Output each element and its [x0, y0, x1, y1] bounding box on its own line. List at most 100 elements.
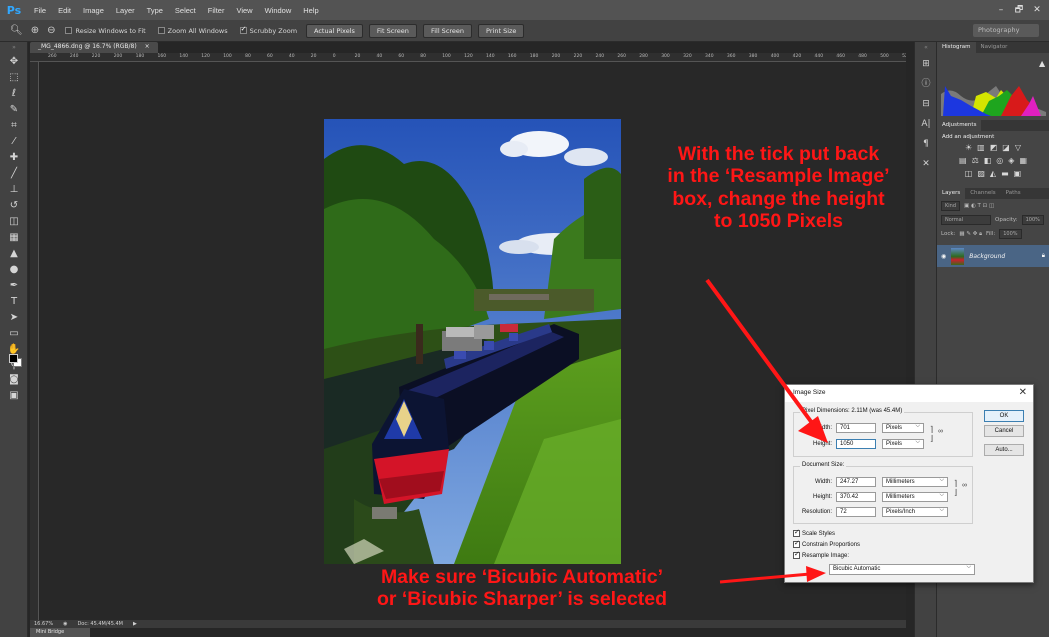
- zoom-level[interactable]: 16.67%: [34, 621, 53, 627]
- gradient-tool-icon[interactable]: ▦: [0, 230, 28, 246]
- actual-pixels-button[interactable]: Actual Pixels: [306, 23, 363, 38]
- type-tool-icon[interactable]: T: [0, 294, 28, 310]
- clone-stamp-tool-icon[interactable]: ⊥: [0, 182, 28, 198]
- eyedropper-tool-icon[interactable]: ⁄: [0, 134, 28, 150]
- menu-image[interactable]: Image: [77, 6, 110, 15]
- workspace-select[interactable]: Photography: [973, 24, 1039, 37]
- menu-layer[interactable]: Layer: [110, 6, 141, 15]
- status-arrow-icon[interactable]: ▶: [133, 621, 137, 627]
- tools-collapse-icon[interactable]: »: [0, 42, 28, 54]
- tab-layers[interactable]: Layers: [937, 188, 966, 199]
- marquee-tool-icon[interactable]: ⬚: [0, 70, 28, 86]
- character-panel-icon[interactable]: A|: [915, 114, 937, 134]
- zoom-tool-icon[interactable]: 🔍︎: [6, 25, 27, 36]
- menu-file[interactable]: File: [28, 6, 52, 15]
- auto-button[interactable]: Auto...: [984, 444, 1024, 456]
- resample-image-option[interactable]: Resample Image:: [793, 550, 849, 559]
- fill-field[interactable]: 100%: [999, 229, 1022, 239]
- resample-method-select[interactable]: Bicubic Automatic: [829, 563, 975, 575]
- curves-icon[interactable]: ◩: [990, 143, 998, 156]
- menu-window[interactable]: Window: [259, 6, 298, 15]
- zoom-in-icon[interactable]: ⊕: [27, 25, 43, 36]
- scale-styles-checkbox[interactable]: [793, 528, 800, 537]
- fit-screen-button[interactable]: Fit Screen: [368, 23, 417, 38]
- minimize-button[interactable]: –: [993, 3, 1009, 17]
- lock-icons[interactable]: ▦ ✎ ✥ 🔒︎: [959, 231, 982, 238]
- filter-icons[interactable]: ▣ ◐ T ⊡ ◫: [964, 203, 994, 209]
- quick-mask-icon[interactable]: ◙: [0, 372, 28, 388]
- strip-collapse-icon[interactable]: «: [915, 42, 937, 54]
- quick-select-tool-icon[interactable]: ✎: [0, 102, 28, 118]
- pixel-height-input[interactable]: 1050: [836, 439, 876, 449]
- brightness-icon[interactable]: ☀: [965, 143, 972, 156]
- threshold-icon[interactable]: ◭: [990, 169, 996, 182]
- tab-histogram[interactable]: Histogram: [937, 42, 976, 53]
- layer-name[interactable]: Background: [969, 253, 1005, 260]
- constrain-proportions-checkbox[interactable]: [793, 539, 800, 548]
- menu-select[interactable]: Select: [169, 6, 202, 15]
- fill-screen-button[interactable]: Fill Screen: [422, 23, 473, 38]
- color-swatches[interactable]: [9, 354, 22, 367]
- vibrance-icon[interactable]: ▽: [1015, 143, 1021, 156]
- resize-windows-checkbox[interactable]: [65, 27, 73, 34]
- resolution-input[interactable]: 72: [836, 507, 876, 517]
- tab-navigator[interactable]: Navigator: [976, 42, 1013, 53]
- menu-view[interactable]: View: [230, 6, 258, 15]
- invert-icon[interactable]: ◫: [965, 169, 973, 182]
- menu-type[interactable]: Type: [141, 6, 169, 15]
- screen-mode-icon[interactable]: ▣: [0, 388, 28, 404]
- zoom-out-icon[interactable]: ⊖: [43, 25, 59, 36]
- mini-bridge-tab[interactable]: Mini Bridge: [30, 628, 90, 637]
- path-select-tool-icon[interactable]: ➤: [0, 310, 28, 326]
- pixel-width-input[interactable]: 701: [836, 423, 876, 433]
- color-balance-icon[interactable]: ⚖: [972, 156, 979, 169]
- cancel-button[interactable]: Cancel: [984, 425, 1024, 437]
- posterize-icon[interactable]: ▨: [977, 169, 985, 182]
- resize-windows-option[interactable]: Resize Windows to Fit: [59, 27, 151, 35]
- tab-adjustments[interactable]: Adjustments: [937, 120, 982, 131]
- doc-width-input[interactable]: 247.27: [836, 477, 876, 487]
- zoom-all-option[interactable]: Zoom All Windows: [152, 27, 234, 35]
- document-photo[interactable]: [324, 119, 621, 564]
- pixel-height-unit-select[interactable]: Pixels: [882, 438, 924, 449]
- zoom-all-checkbox[interactable]: [157, 27, 165, 34]
- resolution-unit-select[interactable]: Pixels/Inch: [882, 506, 948, 517]
- menu-help[interactable]: Help: [297, 6, 324, 15]
- document-tab[interactable]: _MG_4866.dng @ 16.7% (RGB/8) ×: [30, 42, 158, 53]
- doc-width-unit-select[interactable]: Millimeters: [882, 476, 948, 487]
- scrubby-zoom-checkbox[interactable]: [239, 25, 247, 34]
- black-white-icon[interactable]: ◧: [984, 156, 992, 169]
- ok-button[interactable]: OK: [984, 410, 1024, 422]
- healing-brush-tool-icon[interactable]: ✚: [0, 150, 28, 166]
- scale-styles-option[interactable]: Scale Styles: [793, 528, 835, 537]
- channel-mixer-icon[interactable]: ◈: [1008, 156, 1014, 169]
- document-tab-close-icon[interactable]: ×: [145, 43, 150, 52]
- tab-paths[interactable]: Paths: [1001, 188, 1026, 199]
- resample-image-checkbox[interactable]: [793, 550, 800, 559]
- eraser-tool-icon[interactable]: ◫: [0, 214, 28, 230]
- layer-kind-select[interactable]: Kind: [941, 201, 961, 211]
- pixel-width-unit-select[interactable]: Pixels: [882, 422, 924, 433]
- color-lookup-icon[interactable]: ▦: [1019, 156, 1027, 169]
- history-brush-tool-icon[interactable]: ↺: [0, 198, 28, 214]
- dialog-close-button[interactable]: ✕: [1019, 387, 1027, 398]
- crop-tool-icon[interactable]: ⌗: [0, 118, 28, 134]
- blend-mode-select[interactable]: Normal: [941, 215, 991, 225]
- brush-tool-icon[interactable]: ╱: [0, 166, 28, 182]
- restore-button[interactable]: 🗗: [1011, 3, 1027, 17]
- exposure-icon[interactable]: ◪: [1002, 143, 1010, 156]
- doc-height-unit-select[interactable]: Millimeters: [882, 491, 948, 502]
- selective-color-icon[interactable]: ▣: [1014, 169, 1022, 182]
- menu-filter[interactable]: Filter: [202, 6, 231, 15]
- visibility-eye-icon[interactable]: ◉: [941, 253, 946, 260]
- lasso-tool-icon[interactable]: ℓ: [0, 86, 28, 102]
- menu-edit[interactable]: Edit: [52, 6, 77, 15]
- levels-icon[interactable]: ▥: [977, 143, 985, 156]
- doc-height-input[interactable]: 370.42: [836, 492, 876, 502]
- blur-tool-icon[interactable]: ▲: [0, 246, 28, 262]
- opacity-field[interactable]: 100%: [1021, 215, 1044, 225]
- info-panel-icon[interactable]: ⓘ: [915, 74, 937, 94]
- scrubby-zoom-option[interactable]: Scrubby Zoom: [234, 25, 303, 35]
- gradient-map-icon[interactable]: ▬: [1001, 169, 1009, 182]
- photo-filter-icon[interactable]: ◎: [996, 156, 1003, 169]
